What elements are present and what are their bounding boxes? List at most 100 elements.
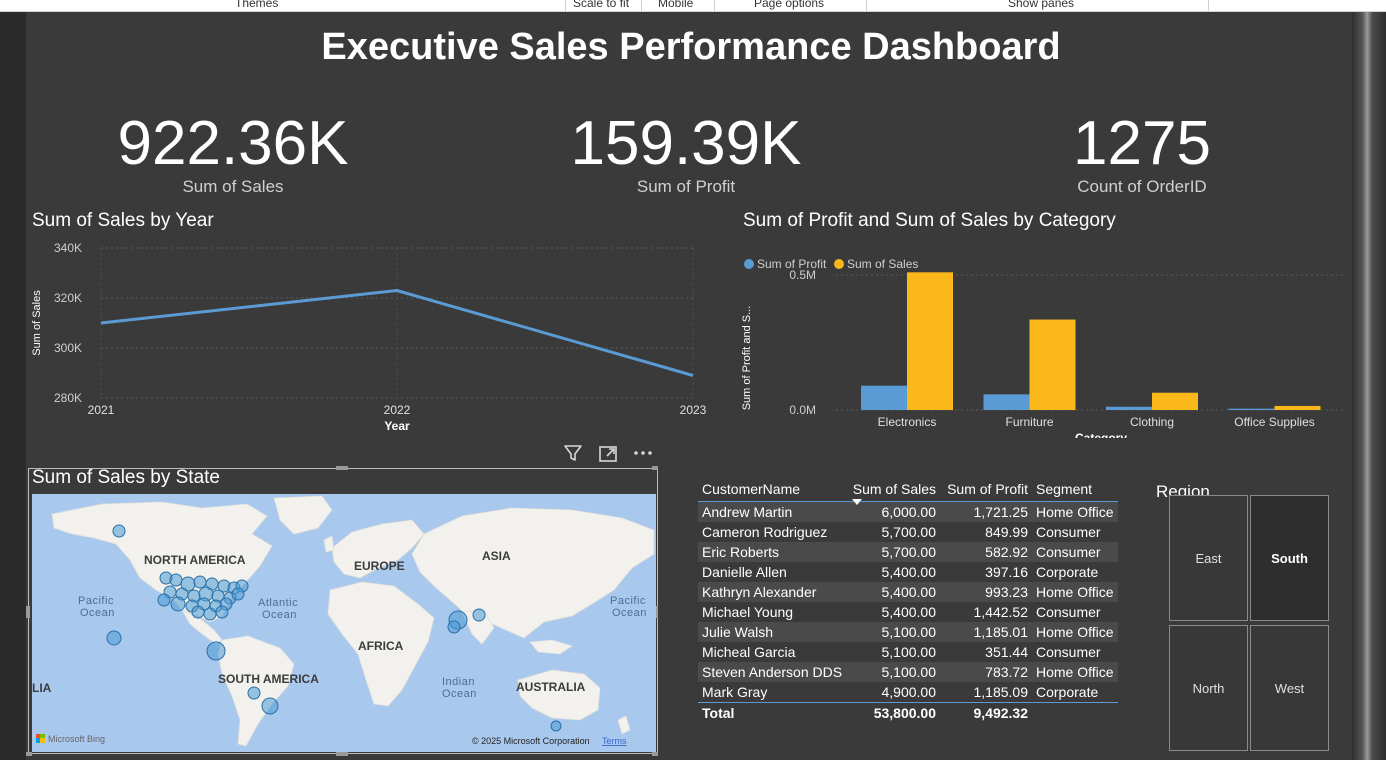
bar-profit[interactable] (983, 394, 1030, 410)
map-label-lia: LIA (32, 681, 52, 695)
map-label-pacific-right: Pacific (610, 595, 646, 607)
slicer-tile-east[interactable]: East (1169, 495, 1248, 621)
canvas-gutter (0, 12, 26, 760)
cell-customer-name: Cameron Rodriguez (698, 522, 848, 542)
kpi-label: Count of OrderID (1077, 177, 1207, 196)
x-tick-label: 2021 (88, 403, 115, 417)
bar-profit[interactable] (1106, 406, 1152, 410)
legend-marker[interactable] (744, 259, 754, 269)
map-label-europe: EUROPE (354, 559, 405, 573)
slicer-tile-north[interactable]: North (1169, 625, 1248, 751)
map-bubble (231, 587, 245, 601)
bar-sales[interactable] (1274, 405, 1321, 410)
x-tick-label: 2023 (680, 403, 707, 417)
kpi-label: Sum of Sales (182, 177, 284, 196)
ribbon-themes[interactable]: Themes (235, 0, 278, 10)
map-bubble (203, 607, 217, 621)
slicer-tile-south[interactable]: South (1250, 495, 1329, 621)
ribbon-show-panes[interactable]: Show panes (1008, 0, 1074, 10)
column-header-sum-of-profit[interactable]: Sum of Profit (940, 478, 1032, 502)
y-tick-label: 300K (54, 341, 82, 355)
column-header-sum-of-sales[interactable]: Sum of Sales (848, 478, 940, 505)
resize-handle[interactable] (652, 752, 658, 756)
map-label-south-america: SOUTH AMERICA (218, 672, 319, 686)
land-uk (323, 535, 335, 553)
table-row[interactable]: Andrew Martin 6,000.00 1,721.25 Home Office (698, 501, 1118, 522)
x-tick-label: Office Supplies (1234, 415, 1315, 429)
y-axis-title: Sum of Profit and S... (741, 306, 753, 411)
resize-handle[interactable] (652, 466, 658, 470)
y-tick-label: 0.0M (789, 403, 816, 417)
profit-sales-by-category-bar-chart[interactable]: Sum of Profit Sum of Sales0.5M0.0MSum of … (736, 238, 1348, 438)
page-title: Executive Sales Performance Dashboard (321, 26, 1061, 68)
ribbon-separator (565, 0, 566, 11)
cell-sum-of-sales: 5,700.00 (848, 542, 940, 562)
column-header-customer-name[interactable]: CustomerName (698, 478, 848, 502)
customer-table[interactable]: CustomerName Sum of Sales Sum of Profit … (698, 478, 1118, 723)
table-row[interactable]: Eric Roberts 5,700.00 582.92 Consumer (698, 542, 1118, 562)
map-bubble (157, 593, 171, 607)
cell-customer-name: Kathryn Alexander (698, 582, 848, 602)
cell-segment: Consumer (1032, 522, 1118, 542)
map-label-indian-2: Ocean (442, 688, 477, 700)
total-cell: 53,800.00 (848, 702, 940, 723)
table-row[interactable]: Danielle Allen 5,400.00 397.16 Corporate (698, 562, 1118, 582)
bar-sales[interactable] (907, 272, 953, 410)
y-axis-title: Sum of Sales (31, 290, 43, 356)
cell-segment: Home Office (1032, 662, 1118, 682)
table-row[interactable]: Mark Gray 4,900.00 1,185.09 Corporate (698, 682, 1118, 703)
table-row[interactable]: Cameron Rodriguez 5,700.00 849.99 Consumer (698, 522, 1118, 542)
legend-marker[interactable] (834, 259, 844, 269)
resize-handle[interactable] (26, 752, 32, 756)
resize-handle[interactable] (336, 752, 348, 756)
land-indonesia (529, 639, 573, 655)
x-tick-label: Electronics (878, 415, 937, 429)
map-attribution: Microsoft Bing © 2025 Microsoft Corporat… (36, 734, 627, 746)
sales-by-year-line-chart[interactable]: 340K 320K 300K 280K 2021 2022 2023 Year Sum of S… (26, 238, 716, 438)
cell-segment: Corporate (1032, 682, 1118, 703)
x-tick-label: 2022 (384, 403, 411, 417)
x-tick-label: Furniture (1005, 415, 1053, 429)
cell-customer-name: Eric Roberts (698, 542, 848, 562)
kpi-value: 159.39K (570, 109, 802, 178)
slicer-tile-label: South (1271, 550, 1308, 566)
cell-customer-name: Danielle Allen (698, 562, 848, 582)
slicer-tile-west[interactable]: West (1250, 625, 1329, 751)
ribbon-scale-to-fit[interactable]: Scale to fit (573, 0, 629, 10)
map-label-australia: AUSTRALIA (516, 680, 586, 694)
table-row[interactable]: Julie Walsh 5,100.00 1,185.01 Home Office (698, 622, 1118, 642)
ribbon-mobile[interactable]: Mobile (658, 0, 693, 10)
cell-sum-of-profit: 993.23 (940, 582, 1032, 602)
bar-sales[interactable] (1152, 392, 1198, 410)
bar-profit[interactable] (1228, 408, 1275, 410)
resize-handle[interactable] (336, 466, 348, 470)
table-row[interactable]: Micheal Garcia 5,100.00 351.44 Consumer (698, 642, 1118, 662)
bar-sales[interactable] (1029, 319, 1076, 410)
table-row[interactable]: Steven Anderson DDS 5,100.00 783.72 Home Of… (698, 662, 1118, 682)
more-options-icon[interactable] (632, 442, 654, 464)
bar-profit[interactable] (861, 385, 907, 410)
column-header-segment[interactable]: Segment (1032, 478, 1118, 502)
table-row[interactable]: Kathryn Alexander 5,400.00 993.23 Home Offi… (698, 582, 1118, 602)
table-row[interactable]: Michael Young 5,400.00 1,442.52 Consumer (698, 602, 1118, 622)
map-bubble (193, 575, 207, 589)
y-tick-label: 340K (54, 241, 82, 255)
ribbon-page-options[interactable]: Page options (754, 0, 824, 10)
legend-label[interactable]: Sum of Sales (847, 257, 918, 271)
total-cell: 9,492.32 (940, 702, 1032, 723)
sort-desc-icon (852, 499, 862, 505)
map-land (51, 495, 655, 747)
map-bubble (170, 596, 186, 612)
cell-sum-of-sales: 5,400.00 (848, 562, 940, 582)
cell-customer-name: Micheal Garcia (698, 642, 848, 662)
cell-segment: Consumer (1032, 602, 1118, 622)
canvas-scroll-edge[interactable] (1352, 12, 1386, 760)
filter-icon[interactable] (562, 442, 584, 464)
table-header-row: CustomerName Sum of Sales Sum of Profit … (698, 478, 1118, 505)
land-greenland (273, 495, 333, 535)
world-map[interactable]: NORTH AMERICA EUROPE ASIA AFRICA SOUTH A… (32, 494, 656, 752)
resize-handle[interactable] (26, 606, 30, 618)
map-terms-link[interactable]: Terms (602, 736, 627, 746)
ribbon-separator (1208, 0, 1209, 11)
focus-mode-icon[interactable] (597, 442, 619, 464)
